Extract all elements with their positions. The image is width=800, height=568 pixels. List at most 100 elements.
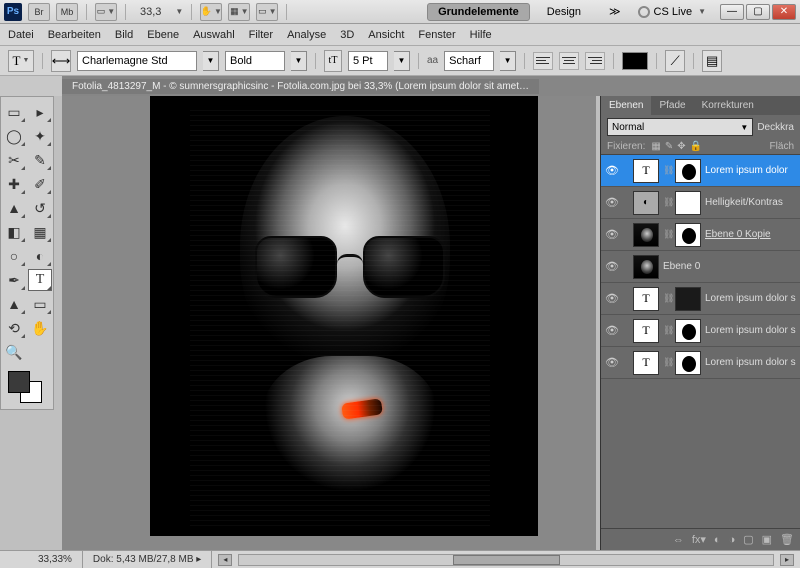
layer-mask-thumbnail[interactable] bbox=[675, 223, 701, 247]
wand-tool[interactable]: ✦ bbox=[28, 125, 52, 147]
layer-row[interactable]: 👁 T ⛓ Lorem ipsum dolor s bbox=[601, 347, 800, 379]
workspace-design[interactable]: Design bbox=[536, 3, 592, 21]
layer-row[interactable]: 👁T⛓Lorem ipsum dolor bbox=[601, 155, 800, 187]
visibility-icon[interactable]: 👁 bbox=[605, 292, 619, 305]
bridge-button[interactable]: Br bbox=[28, 3, 50, 21]
lock-position-icon[interactable]: ✥ bbox=[677, 141, 685, 152]
antialias-field[interactable]: Scharf bbox=[444, 51, 494, 71]
tab-ebenen[interactable]: Ebenen bbox=[601, 96, 651, 115]
document-tab[interactable]: Fotolia_4813297_M - © sumnersgraphicsinc… bbox=[62, 79, 539, 94]
menu-hilfe[interactable]: Hilfe bbox=[470, 29, 492, 41]
eyedropper-tool[interactable]: ✎ bbox=[28, 149, 52, 171]
font-size-field[interactable]: 5 Pt bbox=[348, 51, 388, 71]
font-family-field[interactable]: Charlemagne Std bbox=[77, 51, 197, 71]
close-button[interactable]: ✕ bbox=[772, 4, 796, 20]
character-panel-button[interactable]: ▤ bbox=[702, 50, 722, 72]
layer-row[interactable]: 👁⛓Ebene 0 Kopie bbox=[601, 219, 800, 251]
font-family-dropdown[interactable]: ▼ bbox=[203, 51, 219, 71]
eraser-tool[interactable]: ◧ bbox=[2, 221, 26, 243]
scroll-right-button[interactable]: ▸ bbox=[780, 554, 794, 566]
menu-filter[interactable]: Filter bbox=[249, 29, 273, 41]
layer-name[interactable]: Lorem ipsum dolor s bbox=[705, 293, 796, 304]
link-icon[interactable]: ⛓ bbox=[663, 165, 671, 176]
layer-row[interactable]: 👁 Ebene 0 bbox=[601, 251, 800, 283]
layer-row[interactable]: 👁 T ⛓ Lorem ipsum dolor s bbox=[601, 283, 800, 315]
layer-name[interactable]: Ebene 0 Kopie bbox=[705, 229, 771, 240]
font-weight-field[interactable]: Bold bbox=[225, 51, 285, 71]
visibility-icon[interactable]: 👁 bbox=[605, 356, 619, 369]
layer-mask-thumbnail[interactable] bbox=[675, 351, 701, 375]
zoom-display[interactable]: 33,3 bbox=[134, 6, 167, 18]
canvas[interactable] bbox=[150, 96, 538, 536]
layer-mask-thumbnail[interactable] bbox=[675, 319, 701, 343]
maximize-button[interactable]: ▢ bbox=[746, 4, 770, 20]
lasso-tool[interactable]: ◯ bbox=[2, 125, 26, 147]
layer-mask-thumbnail[interactable] bbox=[675, 159, 701, 183]
text-color-swatch[interactable] bbox=[622, 52, 648, 70]
brush-tool[interactable]: ✐ bbox=[28, 173, 52, 195]
adjustment-layer-icon[interactable]: ◑ bbox=[729, 534, 736, 546]
link-icon[interactable]: ⛓ bbox=[663, 197, 671, 208]
group-icon[interactable]: ▢ bbox=[743, 533, 753, 546]
extras-button[interactable]: ▭▼ bbox=[256, 3, 278, 21]
hand-tool[interactable]: ✋ bbox=[28, 317, 52, 339]
pen-tool[interactable]: ✒ bbox=[2, 269, 26, 291]
menu-bearbeiten[interactable]: Bearbeiten bbox=[48, 29, 101, 41]
tool-preset-icon[interactable]: T▼ bbox=[8, 50, 34, 72]
menu-ebene[interactable]: Ebene bbox=[147, 29, 179, 41]
visibility-icon[interactable]: 👁 bbox=[605, 260, 619, 273]
path-select-tool[interactable]: ▲ bbox=[2, 293, 26, 315]
gradient-tool[interactable]: ▦ bbox=[28, 221, 52, 243]
layer-thumbnail[interactable] bbox=[633, 255, 659, 279]
menu-datei[interactable]: Datei bbox=[8, 29, 34, 41]
horizontal-scrollbar[interactable]: ◂ ▸ bbox=[212, 554, 800, 566]
blend-mode-dropdown[interactable]: Normal▼ bbox=[607, 118, 753, 136]
link-icon[interactable]: ⛓ bbox=[663, 357, 671, 368]
crop-tool[interactable]: ✂ bbox=[2, 149, 26, 171]
link-layers-icon[interactable]: ⇔ bbox=[673, 534, 684, 546]
layer-thumbnail[interactable]: T bbox=[633, 319, 659, 343]
rotate-view-tool[interactable]: ⟲ bbox=[2, 317, 26, 339]
layer-thumbnail[interactable]: T bbox=[633, 159, 659, 183]
hand-tool-button[interactable]: ✋▼ bbox=[200, 3, 222, 21]
layer-mask-thumbnail[interactable] bbox=[675, 287, 701, 311]
layer-thumbnail[interactable] bbox=[633, 223, 659, 247]
link-icon[interactable]: ⛓ bbox=[663, 293, 671, 304]
menu-ansicht[interactable]: Ansicht bbox=[368, 29, 404, 41]
cs-live-button[interactable]: CS Live▼ bbox=[638, 6, 706, 18]
layer-thumbnail[interactable]: T bbox=[633, 287, 659, 311]
link-icon[interactable]: ⛓ bbox=[663, 325, 671, 336]
arrange-button[interactable]: ▦▼ bbox=[228, 3, 250, 21]
new-layer-icon[interactable]: ▣ bbox=[762, 533, 772, 546]
font-size-dropdown[interactable]: ▼ bbox=[394, 51, 410, 71]
workspace-grundelemente[interactable]: Grundelemente bbox=[427, 3, 530, 21]
canvas-area[interactable] bbox=[62, 96, 596, 550]
layer-mask-thumbnail[interactable] bbox=[675, 191, 701, 215]
align-right-button[interactable] bbox=[585, 52, 605, 70]
workspace-more[interactable]: ≫ bbox=[598, 2, 632, 21]
warp-text-button[interactable]: ⟋ bbox=[665, 50, 685, 72]
healing-tool[interactable]: ✚ bbox=[2, 173, 26, 195]
dodge-tool[interactable]: ◐ bbox=[28, 245, 52, 267]
layer-name[interactable]: Ebene 0 bbox=[663, 261, 700, 272]
zoom-tool[interactable]: 🔍 bbox=[2, 341, 26, 363]
text-orientation-button[interactable]: ⟷ bbox=[51, 50, 71, 72]
minibridge-button[interactable]: Mb bbox=[56, 3, 78, 21]
marquee-tool[interactable]: ▸ bbox=[28, 101, 52, 123]
layer-style-icon[interactable]: fx▾ bbox=[692, 533, 706, 546]
layer-thumbnail[interactable]: T bbox=[633, 351, 659, 375]
layer-row[interactable]: 👁T⛓Lorem ipsum dolor s bbox=[601, 315, 800, 347]
tab-pfade[interactable]: Pfade bbox=[651, 96, 693, 115]
layer-name[interactable]: Lorem ipsum dolor bbox=[705, 165, 788, 176]
minimize-button[interactable]: — bbox=[720, 4, 744, 20]
status-doc-info[interactable]: Dok: 5,43 MB/27,8 MB ▸ bbox=[83, 551, 212, 568]
blur-tool[interactable]: ○ bbox=[2, 245, 26, 267]
layer-name[interactable]: Helligkeit/Kontras bbox=[705, 197, 783, 208]
align-left-button[interactable] bbox=[533, 52, 553, 70]
menu-analyse[interactable]: Analyse bbox=[287, 29, 326, 41]
delete-layer-icon[interactable]: 🗑 bbox=[780, 533, 794, 546]
type-tool[interactable]: T bbox=[28, 269, 52, 291]
foreground-color[interactable] bbox=[8, 371, 30, 393]
menu-auswahl[interactable]: Auswahl bbox=[193, 29, 235, 41]
layer-name[interactable]: Lorem ipsum dolor s bbox=[705, 357, 796, 368]
